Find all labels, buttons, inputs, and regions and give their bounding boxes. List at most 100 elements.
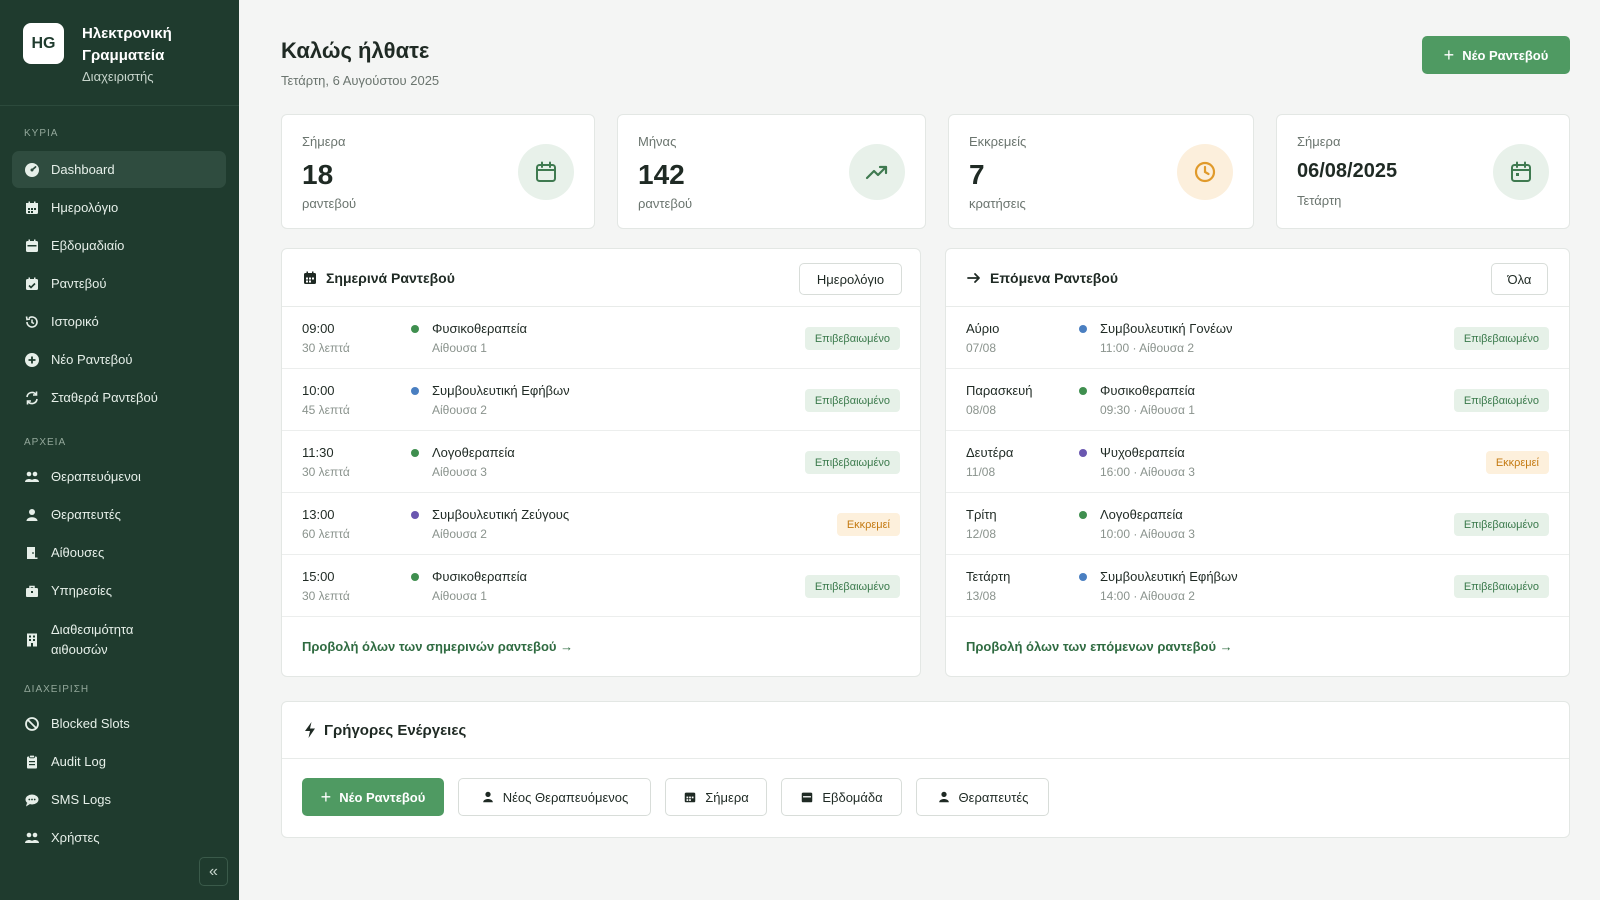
row-primary: 13:00	[302, 507, 335, 522]
appointment-row[interactable]: 10:00 45 λεπτά Συμβουλευτική Εφήβων Αίθουσα…	[282, 369, 920, 431]
service-detail: Αίθουσα 2	[432, 527, 487, 541]
stat-sub: κρατήσεις	[969, 196, 1026, 211]
briefcase-icon	[24, 583, 40, 599]
service-detail: Αίθουσα 1	[432, 341, 487, 355]
sidebar-item-dashboard[interactable]: Dashboard	[12, 151, 226, 188]
sidebar-item-rooms[interactable]: Αίθουσες	[12, 534, 226, 571]
sidebar-item-users[interactable]: Χρήστες	[12, 819, 226, 856]
row-primary: Παρασκευή	[966, 383, 1033, 398]
stat-value: 18	[302, 159, 334, 190]
service-color-dot	[411, 325, 419, 333]
row-secondary: 60 λεπτά	[302, 527, 350, 541]
appointment-row[interactable]: 13:00 60 λεπτά Συμβουλευτική Ζεύγους Αίθουσ…	[282, 493, 920, 555]
appointment-row[interactable]: Αύριο 07/08 Συμβουλευτική Γονέων 11:00 · Αί…	[946, 307, 1569, 369]
view-all-upcoming-link[interactable]: Προβολή όλων των επόμενων ραντεβού →	[966, 639, 1233, 654]
sidebar-item-label: Νέο Ραντεβού	[51, 351, 133, 367]
app-title: Ηλεκτρονική Γραμματεία	[82, 25, 172, 64]
row-secondary: 07/08	[966, 341, 997, 355]
repeat-icon	[24, 390, 40, 406]
row-primary: Δευτέρα	[966, 445, 1014, 460]
sidebar-item-label: Σταθερά Ραντεβού	[51, 389, 158, 405]
user-icon	[24, 507, 40, 523]
quick-button-label: Νέος Θεραπευόμενος	[502, 789, 629, 805]
status-badge: Επιβεβαιωμένο	[1453, 327, 1549, 350]
quick-button-label: Νέο Ραντεβού	[339, 789, 426, 805]
service-name: Συμβουλευτική Εφήβων	[1100, 569, 1238, 584]
user-icon	[938, 791, 949, 803]
sidebar-item-label: Διαθεσιμότητα αιθουσών	[51, 622, 134, 657]
stat-value: 142	[638, 159, 685, 190]
stat-label: Σήμερα	[1297, 134, 1341, 149]
calendar-icon	[1493, 144, 1549, 200]
stat-value: 7	[969, 159, 985, 190]
service-color-dot	[1079, 387, 1087, 395]
clipboard-icon	[24, 754, 40, 770]
row-primary: Τετάρτη	[966, 569, 1011, 584]
status-badge: Επιβεβαιωμένο	[1453, 513, 1549, 536]
lightning-icon	[305, 722, 315, 738]
service-color-dot	[1079, 449, 1087, 457]
quick-today-button[interactable]: Σήμερα	[665, 778, 767, 816]
sidebar-item-label: Ιστορικό	[51, 313, 99, 329]
sidebar-item-blocked-slots[interactable]: Blocked Slots	[12, 705, 226, 742]
nav-section-admin: ΔΙΑΧΕΙΡΙΣΗ	[24, 684, 90, 695]
sidebar-item-audit-log[interactable]: Audit Log	[12, 743, 226, 780]
service-detail: Αίθουσα 2	[432, 403, 487, 417]
sidebar-item-room-availability[interactable]: Διαθεσιμότητα αιθουσών	[12, 615, 226, 665]
upcoming-appointments-list: Αύριο 07/08 Συμβουλευτική Γονέων 11:00 · Αί…	[946, 307, 1569, 617]
sidebar-item-calendar[interactable]: Ημερολόγιο	[12, 189, 226, 226]
status-badge: Εκκρεμεί	[1485, 451, 1549, 474]
sidebar-item-label: Υπηρεσίες	[51, 582, 113, 598]
appointment-row[interactable]: Παρασκευή 08/08 Φυσικοθεραπεία 09:30 · Αίθο…	[946, 369, 1569, 431]
dashboard-icon	[24, 162, 40, 178]
calendar-button[interactable]: Ημερολόγιο	[799, 263, 902, 295]
appointment-row[interactable]: Τρίτη 12/08 Λογοθεραπεία 10:00 · Αίθουσα 3 Ε…	[946, 493, 1569, 555]
sidebar-item-history[interactable]: Ιστορικό	[12, 303, 226, 340]
stat-label: Μήνας	[638, 134, 677, 149]
all-button[interactable]: Όλα	[1491, 263, 1548, 295]
calendar-icon	[802, 792, 813, 803]
sidebar-item-clients[interactable]: Θεραπευόμενοι	[12, 458, 226, 495]
sidebar-item-new-appointment[interactable]: Νέο Ραντεβού	[12, 341, 226, 378]
status-badge: Επιβεβαιωμένο	[804, 389, 900, 412]
row-secondary: 12/08	[966, 527, 997, 541]
app-logo[interactable]: HG	[23, 23, 64, 64]
sidebar-item-label: SMS Logs	[51, 791, 111, 807]
service-detail: Αίθουσα 1	[432, 589, 487, 603]
sidebar-item-label: Θεραπευτές	[51, 506, 121, 522]
quick-week-button[interactable]: Εβδομάδα	[781, 778, 902, 816]
panel-title: Επόμενα Ραντεβού	[966, 270, 1118, 286]
collapse-sidebar-button[interactable]: «	[199, 857, 228, 886]
calendar-icon	[24, 200, 40, 216]
service-detail: 10:00 · Αίθουσα 3	[1100, 527, 1195, 541]
quick-button-label: Εβδομάδα	[822, 789, 883, 805]
quick-therapists-button[interactable]: Θεραπευτές	[916, 778, 1049, 816]
quick-new-appointment-button[interactable]: + Νέο Ραντεβού	[302, 778, 444, 816]
row-secondary: 30 λεπτά	[302, 341, 350, 355]
trending-up-icon	[849, 144, 905, 200]
service-name: Φυσικοθεραπεία	[1100, 383, 1196, 398]
appointment-row[interactable]: 15:00 30 λεπτά Φυσικοθεραπεία Αίθουσα 1 Επιβ…	[282, 555, 920, 617]
sidebar-item-recurring[interactable]: Σταθερά Ραντεβού	[12, 379, 226, 416]
stat-label: Εκκρεμείς	[969, 134, 1027, 149]
service-name: Συμβουλευτική Ζεύγους	[432, 507, 570, 522]
view-all-today-link[interactable]: Προβολή όλων των σημερινών ραντεβού →	[302, 639, 573, 654]
sidebar-item-sms-logs[interactable]: SMS Logs	[12, 781, 226, 818]
service-color-dot	[1079, 325, 1087, 333]
plus-circle-icon	[24, 352, 40, 368]
appointment-row[interactable]: 09:00 30 λεπτά Φυσικοθεραπεία Αίθουσα 1 Επιβ…	[282, 307, 920, 369]
new-appointment-button[interactable]: + Νέο Ραντεβού	[1422, 36, 1570, 74]
quick-new-client-button[interactable]: Νέος Θεραπευόμενος	[458, 778, 651, 816]
sidebar-item-services[interactable]: Υπηρεσίες	[12, 572, 226, 609]
sidebar-item-therapists[interactable]: Θεραπευτές	[12, 496, 226, 533]
sidebar-item-weekly[interactable]: Εβδομαδιαίο	[12, 227, 226, 264]
row-primary: Αύριο	[966, 321, 1000, 336]
appointment-row[interactable]: 11:30 30 λεπτά Λογοθεραπεία Αίθουσα 3 Επιβεβ…	[282, 431, 920, 493]
panel-title-text: Σημερινά Ραντεβού	[326, 269, 455, 286]
sidebar-item-appointments[interactable]: Ραντεβού	[12, 265, 226, 302]
row-primary: 11:30	[302, 445, 334, 460]
service-name: Ψυχοθεραπεία	[1100, 445, 1185, 460]
appointment-row[interactable]: Δευτέρα 11/08 Ψυχοθεραπεία 16:00 · Αίθουσα …	[946, 431, 1569, 493]
appointment-row[interactable]: Τετάρτη 13/08 Συμβουλευτική Εφήβων 14:00 · …	[946, 555, 1569, 617]
appointment-icon	[24, 276, 40, 292]
